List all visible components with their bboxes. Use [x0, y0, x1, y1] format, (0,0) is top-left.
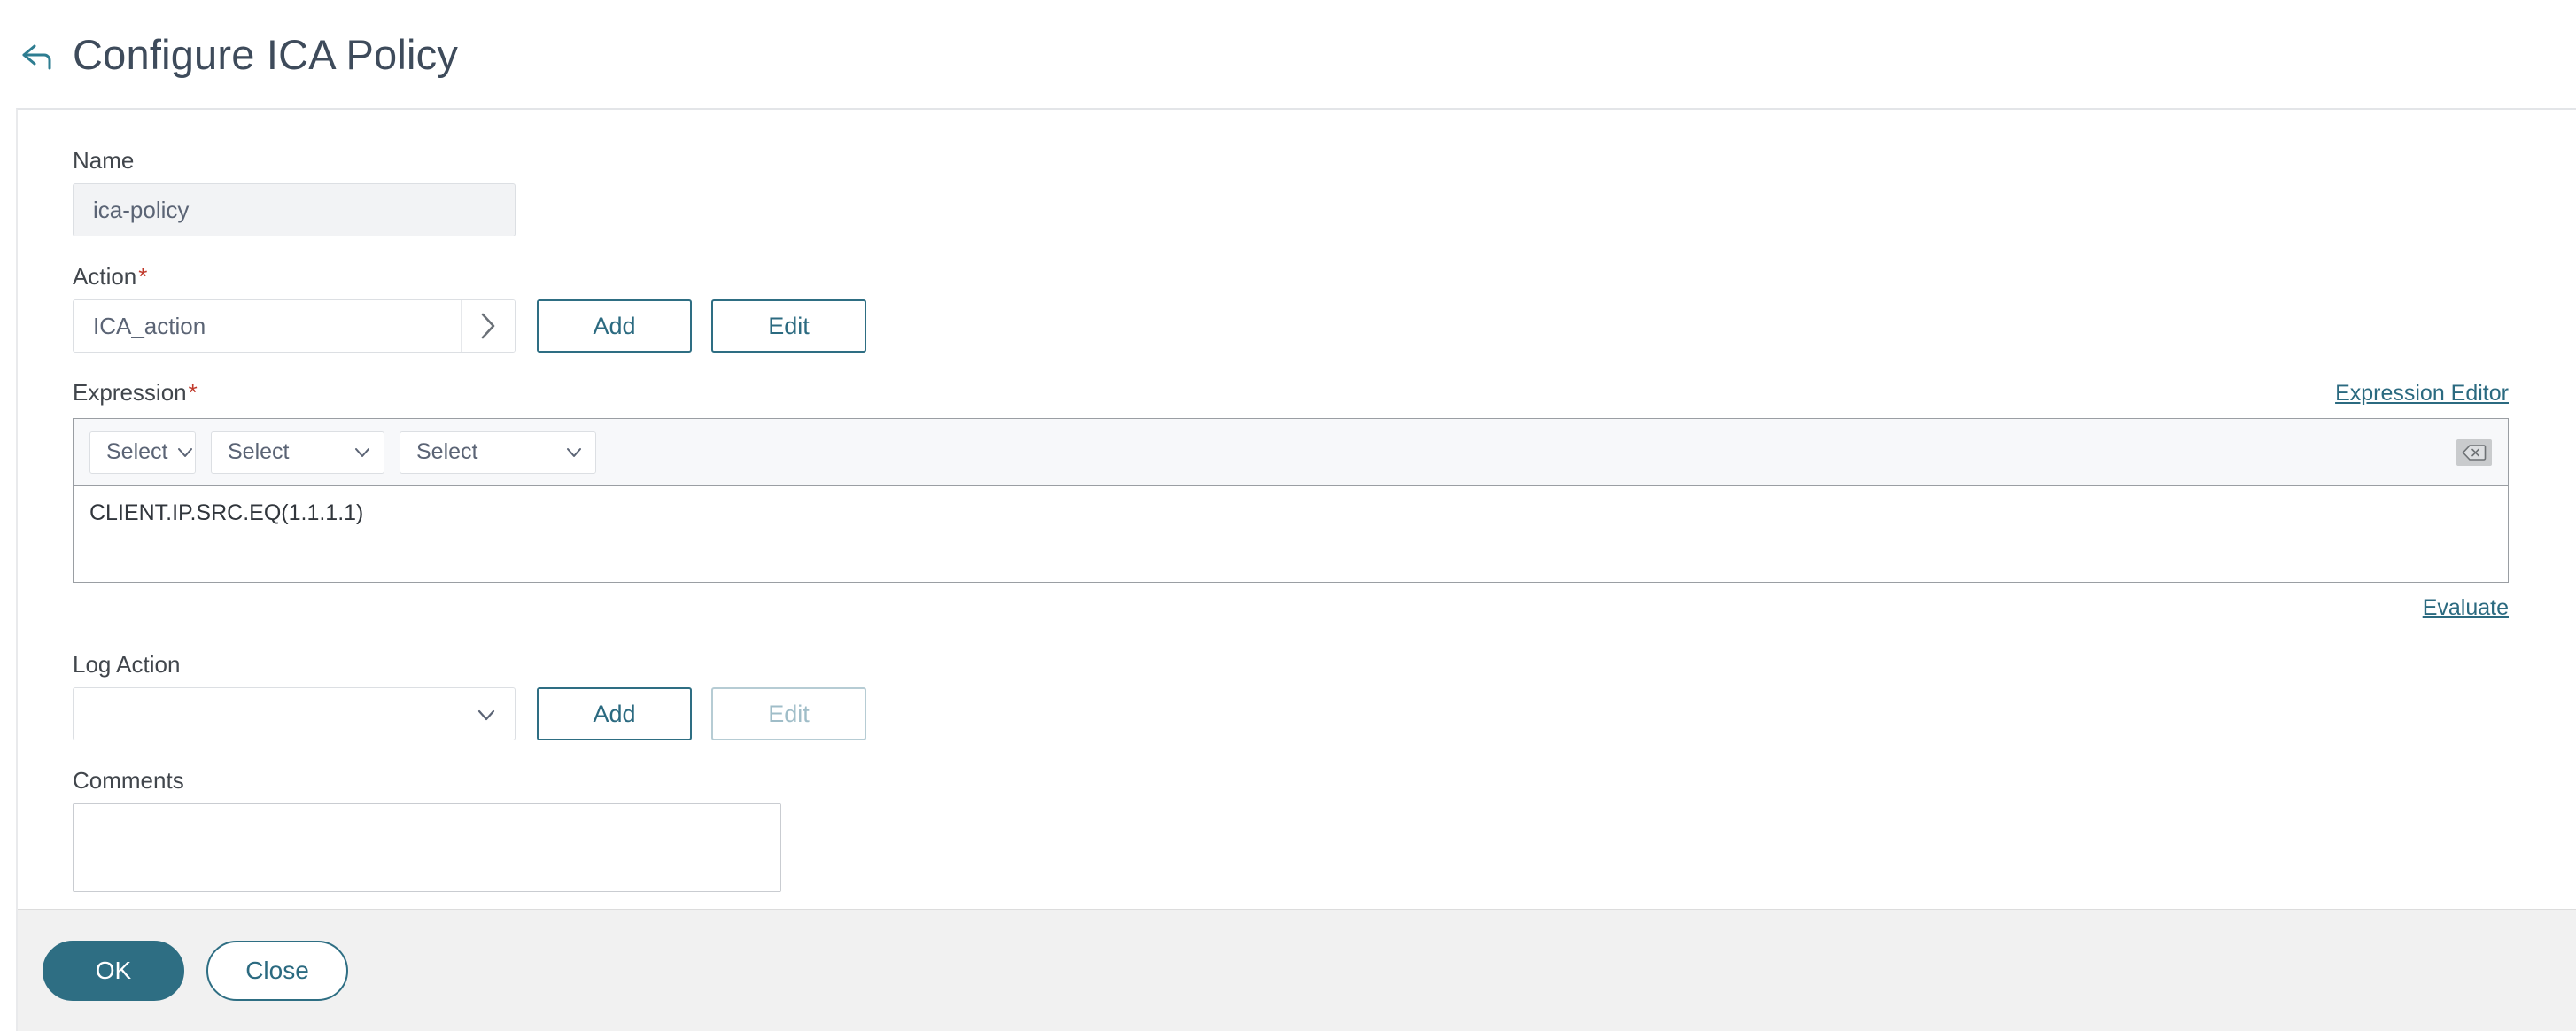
log-action-edit-button: Edit: [711, 687, 866, 740]
expression-field-group: Expression* Expression Editor Select Sel…: [73, 381, 2576, 621]
comments-label: Comments: [73, 767, 184, 794]
backspace-delete-icon[interactable]: [2456, 438, 2492, 466]
expression-builder: Select Select Select CLIENT.IP.SRC.EQ(1.…: [73, 418, 2509, 583]
expression-label-text: Expression: [73, 379, 187, 406]
expression-select-3[interactable]: Select: [400, 430, 596, 474]
chevron-down-icon: [353, 446, 371, 459]
chevron-down-icon: [565, 446, 583, 459]
action-label: Action*: [73, 265, 2576, 288]
ok-button[interactable]: OK: [43, 940, 184, 1001]
action-required-marker: *: [138, 263, 148, 290]
action-input[interactable]: [74, 300, 461, 352]
comments-field-group: Comments: [73, 769, 2576, 892]
expression-required-marker: *: [188, 379, 198, 406]
log-action-row: Add Edit: [73, 687, 2576, 740]
action-add-button[interactable]: Add: [537, 299, 692, 353]
action-label-text: Action: [73, 263, 137, 290]
log-action-add-button[interactable]: Add: [537, 687, 692, 740]
expression-select-2-value: Select: [228, 439, 290, 464]
configure-ica-policy-screen: Configure ICA Policy Name Action*: [0, 0, 2576, 1031]
name-input[interactable]: [73, 183, 516, 236]
policy-form-panel: Name Action* Add Edit: [16, 108, 2576, 1031]
expression-select-3-value: Select: [416, 439, 478, 464]
action-row: Add Edit: [73, 299, 2576, 353]
form-body: Name Action* Add Edit: [18, 110, 2576, 911]
chevron-down-icon: [476, 701, 497, 728]
back-arrow-icon[interactable]: [16, 35, 60, 79]
comments-textarea[interactable]: [73, 803, 781, 892]
name-field-group: Name: [73, 149, 2576, 236]
expression-label: Expression*: [73, 381, 198, 404]
chevron-right-icon[interactable]: [461, 300, 515, 352]
action-edit-button[interactable]: Edit: [711, 299, 866, 353]
expression-toolbar: Select Select Select: [73, 418, 2509, 485]
log-action-label: Log Action: [73, 651, 181, 678]
expression-select-1[interactable]: Select: [89, 430, 196, 474]
panel-footer: OK Close: [18, 909, 2576, 1031]
expression-header: Expression* Expression Editor: [73, 381, 2509, 407]
expression-textarea[interactable]: CLIENT.IP.SRC.EQ(1.1.1.1): [73, 485, 2509, 583]
page-title: Configure ICA Policy: [73, 30, 459, 78]
log-action-field-group: Log Action Add Edit: [73, 653, 2576, 740]
action-field-group: Action* Add Edit: [73, 265, 2576, 353]
expression-editor-link[interactable]: Expression Editor: [2335, 381, 2509, 407]
name-label: Name: [73, 147, 135, 174]
chevron-down-icon: [176, 446, 194, 459]
log-action-select[interactable]: [73, 687, 516, 740]
expression-select-2[interactable]: Select: [211, 430, 384, 474]
expression-select-1-value: Select: [106, 439, 168, 464]
evaluate-link[interactable]: Evaluate: [2423, 595, 2509, 621]
close-button[interactable]: Close: [206, 940, 348, 1001]
action-combo: [73, 299, 516, 353]
evaluate-row: Evaluate: [73, 595, 2509, 621]
page-header: Configure ICA Policy: [0, 0, 2576, 108]
